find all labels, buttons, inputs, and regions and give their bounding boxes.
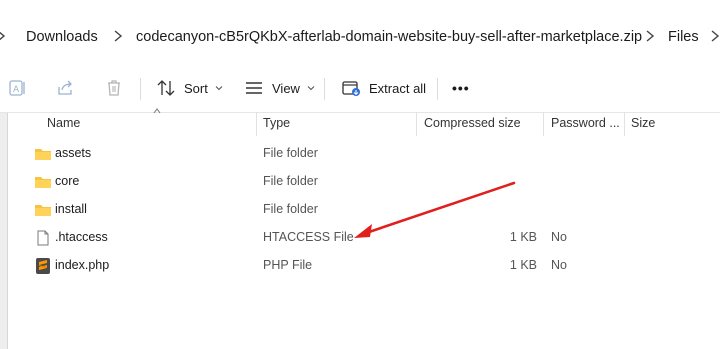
breadcrumb: Downloads codecanyon-cB5rQKbX-afterlab-d… — [0, 0, 720, 65]
file-type: PHP File — [263, 258, 313, 272]
chevron-right-icon[interactable] — [708, 26, 720, 46]
column-header-name[interactable]: Name — [47, 116, 80, 130]
chevron-right-icon[interactable] — [0, 26, 8, 46]
column-divider[interactable] — [256, 112, 257, 136]
chevron-down-icon — [215, 86, 223, 91]
folder-icon — [34, 146, 52, 162]
file-password: No — [551, 230, 567, 244]
view-button[interactable]: View — [244, 76, 315, 100]
column-header-compressed-size[interactable]: Compressed size — [424, 116, 521, 130]
column-header-row: Name Type Compressed size Password ... S… — [8, 108, 720, 136]
view-icon — [244, 78, 264, 98]
file-name: .htaccess — [55, 230, 108, 244]
file-row-index-php[interactable]: index.php PHP File 1 KB No — [8, 252, 720, 280]
svg-text:A: A — [13, 85, 20, 95]
chevron-down-icon — [307, 86, 315, 91]
chevron-right-icon[interactable] — [643, 26, 657, 46]
file-password: No — [551, 258, 567, 272]
column-header-size[interactable]: Size — [631, 116, 655, 130]
file-compressed-size: 1 KB — [509, 258, 537, 272]
rename-icon[interactable]: A — [8, 78, 28, 98]
more-options-button[interactable]: ••• — [452, 76, 470, 100]
file-type: File folder — [263, 174, 318, 188]
extract-icon — [341, 78, 361, 98]
breadcrumb-item-zip[interactable]: codecanyon-cB5rQKbX-afterlab-domain-webs… — [136, 29, 642, 45]
chevron-right-icon[interactable] — [111, 26, 125, 46]
sort-icon — [156, 78, 176, 98]
toolbar-divider — [324, 78, 325, 100]
file-row-core[interactable]: core File folder — [8, 168, 720, 196]
file-type: HTACCESS File — [263, 230, 354, 244]
file-name: core — [55, 174, 80, 188]
navigation-pane-edge[interactable] — [0, 113, 8, 349]
file-name: install — [55, 202, 87, 216]
breadcrumb-item-files[interactable]: Files — [668, 29, 699, 45]
more-options-label: ••• — [452, 80, 470, 96]
column-divider[interactable] — [543, 112, 544, 136]
document-icon — [34, 230, 52, 246]
view-label: View — [272, 80, 300, 96]
column-header-type[interactable]: Type — [263, 116, 290, 130]
delete-icon[interactable] — [104, 78, 124, 98]
sort-label: Sort — [184, 80, 208, 96]
file-type: File folder — [263, 146, 318, 160]
file-name: index.php — [55, 258, 110, 272]
folder-icon — [34, 174, 52, 190]
file-type: File folder — [263, 202, 318, 216]
toolbar-divider — [437, 78, 438, 100]
column-divider[interactable] — [416, 112, 417, 136]
breadcrumb-item-downloads[interactable]: Downloads — [26, 29, 98, 45]
sort-ascending-icon — [153, 108, 161, 114]
extract-all-button[interactable]: Extract all — [341, 76, 426, 100]
extract-all-label: Extract all — [369, 80, 427, 96]
file-row-install[interactable]: install File folder — [8, 196, 720, 224]
toolbar: A Sort View Extract all ••• — [0, 64, 720, 113]
column-divider[interactable] — [624, 112, 625, 136]
sublime-file-icon — [34, 258, 52, 274]
file-row-htaccess[interactable]: .htaccess HTACCESS File 1 KB No — [8, 224, 720, 252]
file-row-assets[interactable]: assets File folder — [8, 140, 720, 168]
share-icon[interactable] — [56, 78, 76, 98]
toolbar-divider — [140, 78, 141, 100]
sort-button[interactable]: Sort — [156, 76, 223, 100]
folder-icon — [34, 202, 52, 218]
file-compressed-size: 1 KB — [509, 230, 537, 244]
column-header-password[interactable]: Password ... — [551, 116, 620, 130]
file-name: assets — [55, 146, 92, 160]
